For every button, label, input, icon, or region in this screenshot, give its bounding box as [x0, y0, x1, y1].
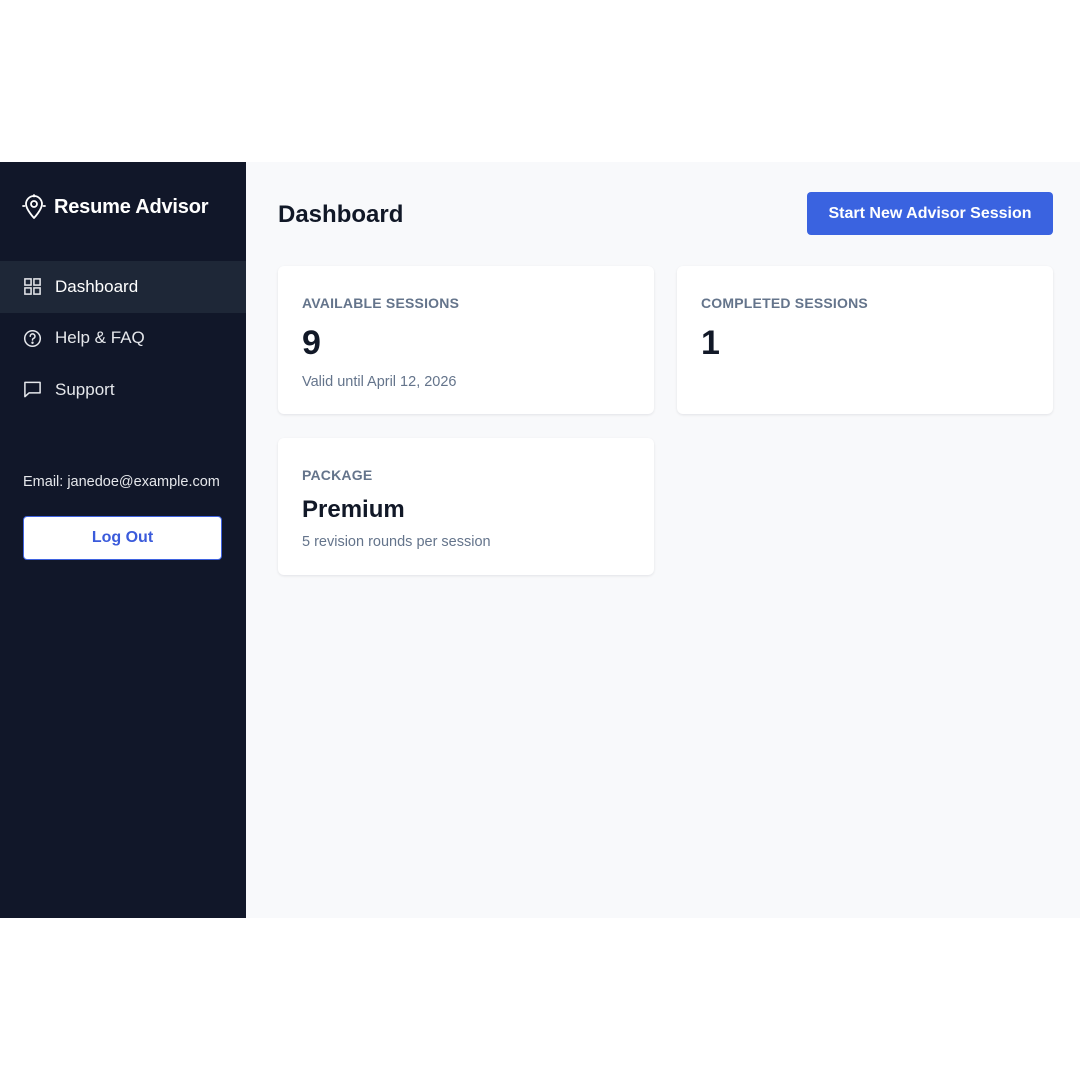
location-pin-icon [22, 194, 46, 219]
brand[interactable]: Resume Advisor [22, 194, 208, 220]
start-session-button[interactable]: Start New Advisor Session [807, 192, 1053, 235]
card-subtext: Valid until April 12, 2026 [302, 374, 457, 390]
logout-button[interactable]: Log Out [23, 516, 222, 560]
card-value: 1 [701, 324, 720, 362]
app-window: Resume Advisor Dashboard Help & FAQ Supp… [0, 162, 1080, 918]
card-label: AVAILABLE SESSIONS [302, 295, 460, 311]
sidebar-item-label: Help & FAQ [55, 328, 145, 348]
brand-name: Resume Advisor [54, 195, 209, 218]
card-label: COMPLETED SESSIONS [701, 295, 868, 311]
sidebar-item-support[interactable]: Support [0, 364, 246, 416]
sidebar: Resume Advisor Dashboard Help & FAQ Supp… [0, 162, 246, 918]
help-circle-icon [23, 329, 42, 347]
grid-icon [24, 278, 41, 296]
card-subtext: 5 revision rounds per session [302, 534, 491, 550]
page-title: Dashboard [278, 201, 404, 228]
message-square-icon [24, 381, 41, 398]
card-value: 9 [302, 324, 321, 362]
sidebar-item-label: Support [55, 379, 115, 399]
user-email: Email: janedoe@example.com [23, 474, 220, 490]
sidebar-item-help-faq[interactable]: Help & FAQ [0, 313, 246, 365]
card-value: Premium [302, 496, 405, 523]
card-label: PACKAGE [302, 467, 373, 483]
sidebar-nav: Dashboard Help & FAQ Support [0, 261, 246, 416]
main-content: Dashboard Start New Advisor Session AVAI… [246, 162, 1080, 918]
sidebar-item-dashboard[interactable]: Dashboard [0, 261, 246, 313]
available-sessions-card: AVAILABLE SESSIONS 9 Valid until April 1… [278, 266, 654, 414]
package-card: PACKAGE Premium 5 revision rounds per se… [278, 438, 654, 575]
sidebar-item-label: Dashboard [55, 276, 139, 296]
completed-sessions-card: COMPLETED SESSIONS 1 [677, 266, 1053, 414]
